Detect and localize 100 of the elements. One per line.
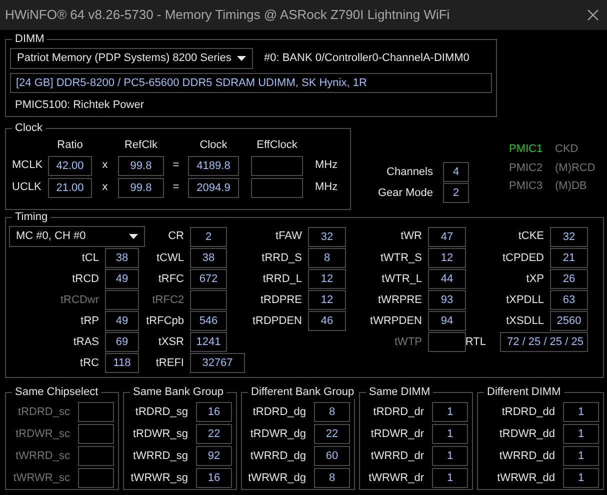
- value-field: 118: [105, 353, 139, 373]
- value-field: [78, 424, 114, 444]
- timing-label: tRDWR_dd: [499, 426, 555, 442]
- timing-label: tWRWR_sg: [130, 470, 188, 486]
- timing-label: tWRRD_dg: [250, 448, 306, 464]
- value-field: 16: [196, 402, 232, 422]
- ratio-field: 21.00: [48, 178, 92, 198]
- timing-label: tCL: [80, 250, 100, 266]
- timing-label: tRDRD_dg: [252, 404, 306, 420]
- timing-label: tRDRD_dr: [373, 404, 424, 420]
- timing-label: tRDRD_dd: [502, 404, 555, 420]
- pmic-type: (M)RCD: [555, 160, 596, 176]
- timing-label: tWTR_L: [380, 272, 423, 287]
- value-field: 2560: [550, 311, 588, 331]
- timing-label: tRC: [79, 356, 100, 371]
- value-field: 8: [314, 402, 350, 422]
- timing-label: tXSDLL: [505, 314, 545, 329]
- dropdown-value: Patriot Memory (PDP Systems) 8200 Series: [17, 51, 232, 66]
- group-title: Different Bank Group: [248, 385, 358, 399]
- value-field: 22: [196, 424, 232, 444]
- timing-label: tCKE: [517, 229, 545, 244]
- timing-label: tXSR: [157, 334, 185, 350]
- timing-label: tRP: [80, 314, 100, 329]
- refclk-field: 99.8: [118, 156, 164, 176]
- value-field: [190, 290, 227, 310]
- value-field: 32: [308, 226, 346, 246]
- value-field: 672: [190, 269, 227, 289]
- value-field: 26: [550, 269, 588, 289]
- value-field: 8: [314, 468, 350, 488]
- timing-label: tRCDwr: [60, 292, 100, 308]
- timing-label: tCPDED: [501, 250, 545, 266]
- timing-label: tREFI: [154, 356, 185, 371]
- slot-label: #0: BANK 0/Controller0-ChannelA-DIMM0: [264, 51, 470, 66]
- timing-label: tRDWR_dg: [250, 426, 306, 442]
- timing-label: tWRWR_dd: [497, 470, 555, 486]
- window-title: HWiNFO® 64 v8.26-5730 - Memory Timings @ ASRock Z790I Lightning WiFi: [5, 6, 450, 24]
- value-field: 32: [550, 226, 588, 246]
- operator: =: [172, 158, 180, 174]
- value-field: 93: [428, 290, 466, 310]
- timing-label: tWRWR_dr: [368, 470, 424, 486]
- column-header: RefClk: [123, 138, 158, 153]
- value-field: 46: [308, 311, 346, 331]
- timing-label: tWRPDEN: [369, 314, 423, 329]
- value-field: [78, 446, 114, 466]
- value-field: [105, 290, 139, 310]
- timing-label: tRDPRE: [259, 292, 303, 308]
- operator: x: [101, 158, 109, 174]
- pmic-name: PMIC2: [509, 160, 544, 176]
- timing-label: tWRWR_dg: [248, 470, 306, 486]
- value-field: 38: [190, 248, 227, 268]
- value-field: 12: [428, 248, 466, 268]
- unit-label: MHz: [315, 180, 339, 196]
- value-field: 8: [308, 248, 346, 268]
- timing-label: tRDRD_sc: [18, 404, 70, 420]
- value-field: 1: [563, 402, 599, 422]
- value-field: 12: [308, 290, 346, 310]
- timing-label: tWRWR_sc: [13, 470, 70, 486]
- timing-label: CR: [167, 229, 185, 244]
- ratio-field: 42.00: [48, 156, 92, 176]
- timing-label: tWRRD_dr: [370, 448, 424, 464]
- operator: =: [172, 180, 180, 196]
- timing-label: tRDWR_dr: [370, 426, 424, 442]
- group-title: Same Chipselect: [12, 385, 102, 399]
- column-header: Ratio: [56, 138, 84, 153]
- value-field: 16: [196, 468, 232, 488]
- timing-label: tRRD_L: [262, 272, 303, 287]
- pmic-name: PMIC3: [509, 179, 544, 194]
- close-icon[interactable]: [587, 9, 599, 21]
- timing-label: tRCD: [71, 272, 100, 287]
- group-title: Same Bank Group: [130, 385, 226, 399]
- value-field: 32767: [190, 353, 245, 373]
- timing-label: tFAW: [274, 229, 303, 244]
- module-dropdown[interactable]: Patriot Memory (PDP Systems) 8200 Series: [10, 48, 253, 69]
- timing-label: tCWL: [156, 250, 185, 266]
- channel-dropdown[interactable]: MC #0, CH #0: [9, 226, 145, 247]
- timing-label: tRDWR_sg: [132, 426, 188, 442]
- pmic-name: PMIC1: [509, 142, 544, 157]
- value-field: 92: [196, 446, 232, 466]
- value-field: 69: [105, 332, 139, 352]
- value-field: [78, 402, 114, 422]
- value-field: 47: [428, 226, 466, 246]
- value-field: 60: [314, 446, 350, 466]
- timing-label: tRDRD_sg: [135, 404, 188, 420]
- timing-label: tRFC: [157, 272, 185, 287]
- timing-label: tRDWR_sc: [16, 426, 70, 442]
- value-field: 1: [432, 468, 468, 488]
- timing-label: tWRPRE: [377, 292, 423, 308]
- refclk-field: 99.8: [118, 178, 164, 198]
- timing-label: tRDPDEN: [251, 314, 303, 329]
- clock-name: UCLK: [12, 180, 42, 196]
- value-field: 63: [550, 290, 588, 310]
- value-field: 44: [428, 269, 466, 289]
- column-header: Clock: [198, 138, 228, 153]
- pmic-type: CKD: [555, 142, 578, 157]
- timing-label: tRFC2: [151, 292, 185, 308]
- pmic-type: (M)DB: [555, 179, 587, 194]
- value-field: 22: [314, 424, 350, 444]
- operator: x: [101, 180, 109, 196]
- timing-label: tWRRD_sg: [132, 448, 188, 464]
- clock-field: 4189.8: [188, 156, 239, 176]
